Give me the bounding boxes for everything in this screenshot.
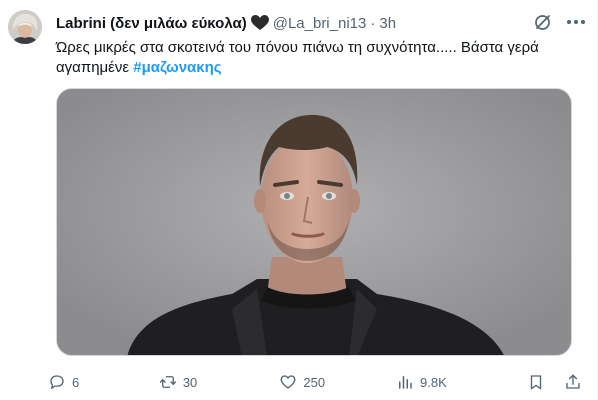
grok-icon[interactable]	[533, 12, 553, 32]
bookmark-icon	[530, 375, 541, 390]
repost-icon	[159, 376, 177, 388]
views-count: 9.8K	[420, 374, 447, 390]
post-time[interactable]: 3h	[379, 15, 396, 32]
views-button[interactable]: 9.8K	[396, 370, 507, 394]
hashtag-link[interactable]: #μαζωνακης	[133, 59, 221, 76]
tweet-image[interactable]	[56, 88, 572, 356]
header-separator: ·	[370, 14, 376, 32]
more-icon[interactable]	[565, 12, 587, 32]
tweet-header: Labrini (δεν μιλάω εύκολα) @La_bri_ni13 …	[56, 12, 585, 34]
like-icon	[280, 375, 296, 389]
tweet-body: Ώρες μικρές στα σκοτεινά του πόνου πιάνω…	[56, 39, 539, 76]
author-name[interactable]: Labrini (δεν μιλάω εύκολα)	[56, 15, 247, 32]
like-count: 250	[303, 374, 326, 390]
repost-count: 30	[182, 374, 198, 390]
avatar-image	[8, 10, 42, 44]
bookmark-button[interactable]	[527, 370, 565, 394]
reply-button[interactable]: 6	[48, 370, 147, 394]
portrait-photo	[57, 89, 571, 355]
reply-icon	[50, 375, 64, 390]
author-handle[interactable]: @La_bri_ni13	[273, 15, 367, 32]
tweet-text: Ώρες μικρές στα σκοτεινά του πόνου πιάνω…	[56, 38, 576, 78]
repost-button[interactable]: 30	[159, 370, 280, 394]
reply-count: 6	[72, 374, 80, 390]
share-icon	[566, 374, 580, 389]
avatar[interactable]	[8, 10, 42, 44]
action-bar: 6 30 250 9.8K	[48, 370, 588, 394]
tweet[interactable]: Labrini (δεν μιλάω εύκολα) @La_bri_ni13 …	[0, 0, 598, 400]
views-icon	[399, 376, 412, 389]
share-button[interactable]	[564, 370, 588, 394]
like-button[interactable]: 250	[279, 370, 396, 394]
black-heart-icon	[250, 15, 269, 31]
